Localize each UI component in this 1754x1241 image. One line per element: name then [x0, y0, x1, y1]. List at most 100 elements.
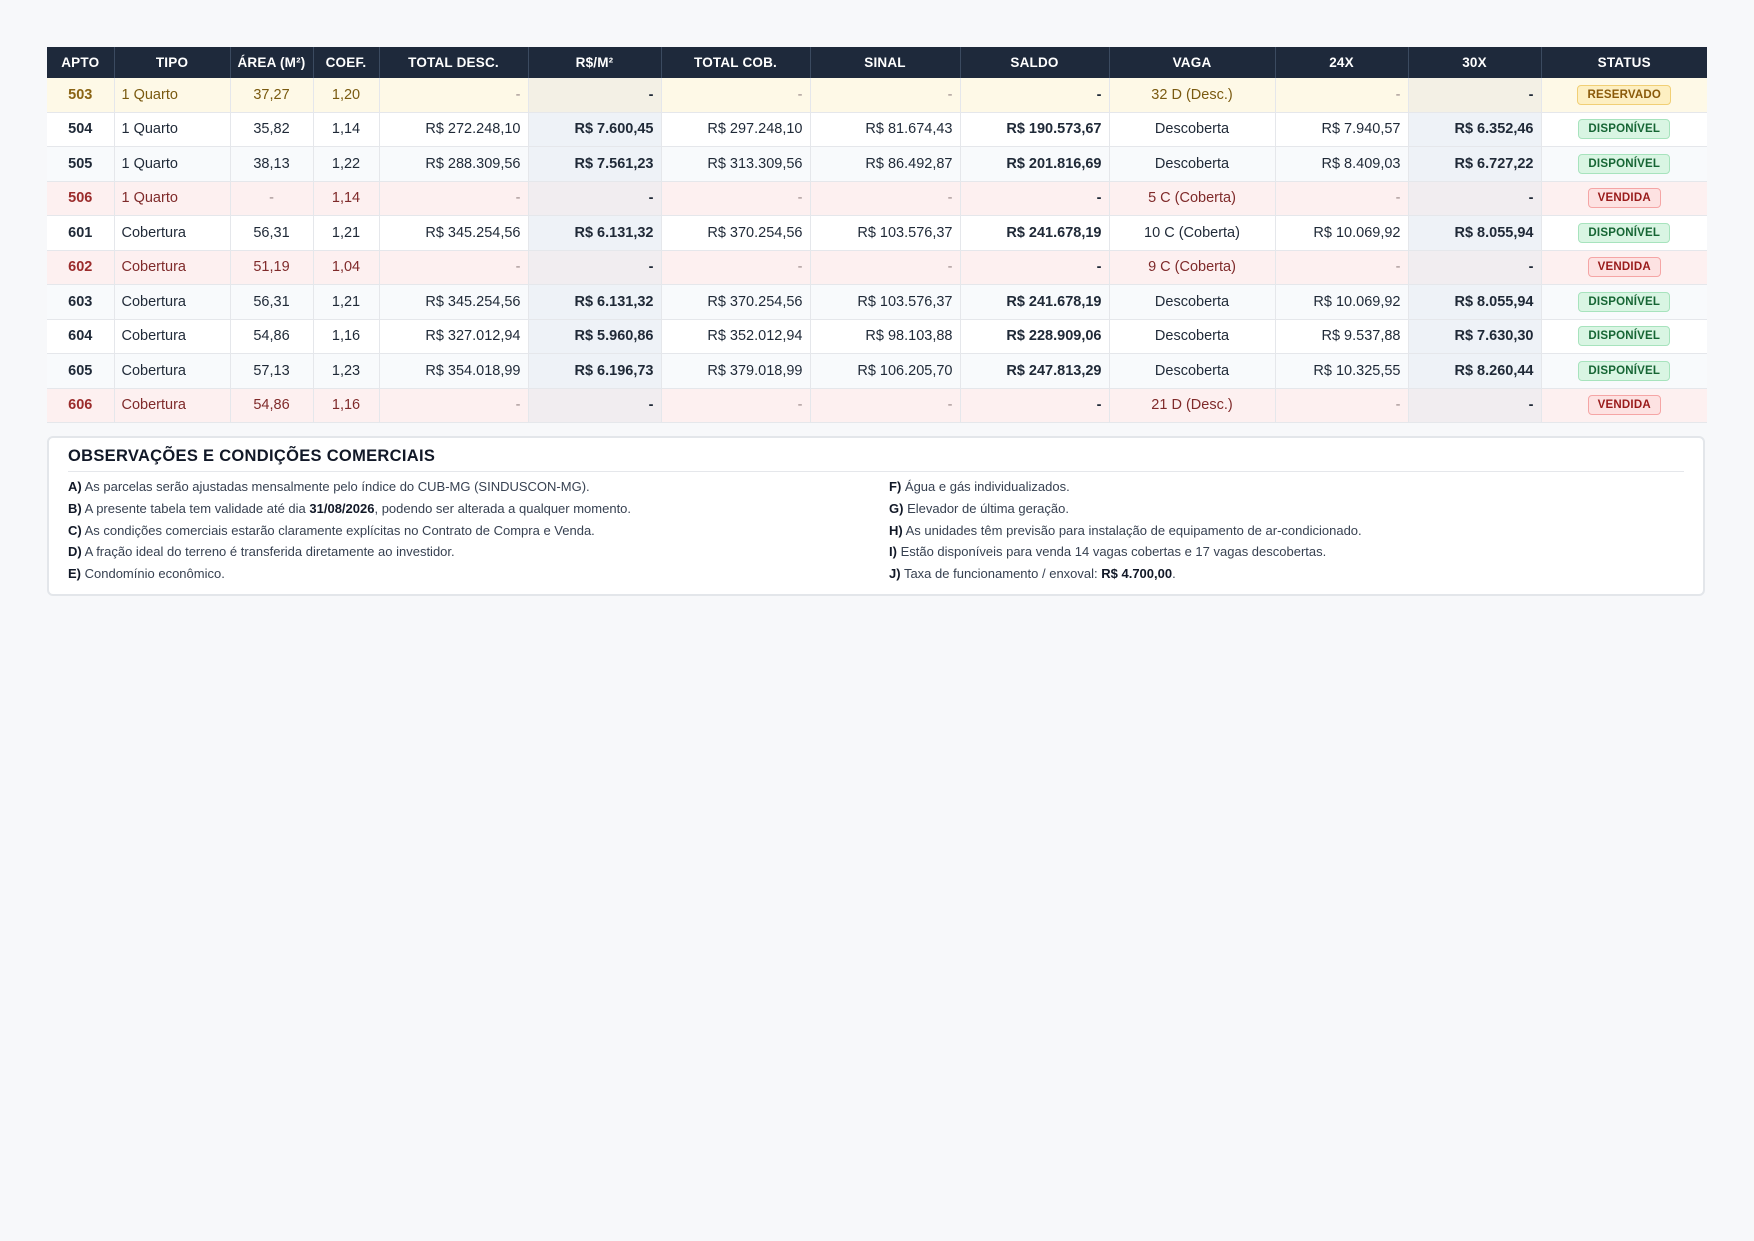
status-badge: VENDIDA — [1587, 395, 1661, 416]
cell-area: 51,19 — [230, 250, 314, 285]
cell-status: DISPONÍVEL — [1541, 112, 1707, 147]
note-item: C) As condições comerciais estarão clara… — [68, 520, 631, 542]
cell-area: 54,86 — [230, 319, 314, 354]
cell-total-cob: - — [661, 250, 811, 285]
table-body: 503 1 Quarto 37,27 1,20- - - - -32 D (Desc.) - - R… — [47, 78, 1707, 423]
cell-total-desc: - — [379, 78, 529, 113]
cell-sinal: R$ 98.103,88 — [810, 319, 961, 354]
cell-status: DISPONÍVEL — [1541, 353, 1707, 389]
cell-apto: 506 — [47, 181, 115, 216]
status-badge: DISPONÍVEL — [1578, 222, 1671, 243]
note-key: A) — [68, 479, 82, 494]
note-item: I) Estão disponíveis para venda 14 vagas… — [889, 541, 1362, 563]
cell-rs-m2: R$ 7.561,23 — [528, 146, 662, 182]
table-row: 601 Cobertura 56,31 1,21 R$ 345.254,56 R$ 6.1… — [47, 215, 1707, 251]
note-item: E) Condomínio econômico. — [68, 563, 631, 585]
note-item: J) Taxa de funcionamento / enxoval: R$ 4… — [889, 563, 1362, 585]
cell-saldo: R$ 190.573,67 — [960, 112, 1110, 147]
status-badge: DISPONÍVEL — [1578, 153, 1671, 174]
cell-vaga: Descoberta — [1109, 112, 1276, 147]
note-highlight: 31/08/2026 — [309, 500, 375, 516]
header-saldo: SALDO — [960, 47, 1110, 78]
notes-right-column: F) Água e gás individualizados. G) Elevad… — [889, 476, 1362, 585]
cell-area: - — [230, 181, 314, 216]
cell-saldo: R$ 241.678,19 — [960, 284, 1110, 320]
note-key: B) — [68, 500, 82, 516]
table-row: 503 1 Quarto 37,27 1,20- - - - -32 D (Desc.) - - R… — [47, 78, 1707, 113]
cell-rs-m2: - — [528, 181, 662, 216]
cell-24x: - — [1275, 388, 1409, 423]
table-row: 602 Cobertura 51,19 1,04- - - - -9 C (Coberta) -… — [47, 250, 1707, 285]
cell-area: 56,31 — [230, 284, 314, 320]
cell-rs-m2: - — [528, 250, 662, 285]
notes-divider — [68, 471, 1684, 472]
cell-total-cob: R$ 370.254,56 — [661, 215, 811, 251]
cell-total-desc: R$ 288.309,56 — [379, 146, 529, 182]
note-key: E) — [68, 566, 81, 582]
cell-30x: R$ 8.055,94 — [1408, 215, 1542, 251]
cell-vaga: Descoberta — [1109, 146, 1276, 182]
note-item: D) A fração ideal do terreno é transferi… — [68, 541, 631, 563]
cell-coef: 1,23 — [313, 353, 380, 389]
notes-left-column: A) As parcelas serão ajustadas mensalmen… — [68, 476, 631, 585]
cell-saldo: R$ 201.816,69 — [960, 146, 1110, 182]
cell-sinal: - — [810, 388, 961, 423]
cell-rs-m2: - — [528, 78, 662, 113]
cell-total-cob: R$ 370.254,56 — [661, 284, 811, 320]
table-row: 504 1 Quarto 35,82 1,14 R$ 272.248,10 R$ 7.60… — [47, 112, 1707, 147]
cell-status: VENDIDA — [1541, 181, 1707, 216]
cell-rs-m2: R$ 6.196,73 — [528, 353, 662, 389]
cell-tipo: Cobertura — [114, 250, 231, 285]
cell-total-cob: - — [661, 78, 811, 113]
cell-coef: 1,22 — [313, 146, 380, 182]
note-key: D) — [68, 544, 82, 560]
cell-30x: R$ 6.727,22 — [1408, 146, 1542, 182]
note-item: G) Elevador de última geração. — [889, 498, 1362, 520]
cell-sinal: R$ 81.674,43 — [810, 112, 961, 147]
cell-rs-m2: R$ 6.131,32 — [528, 215, 662, 251]
note-text: Condomínio econômico. — [84, 566, 225, 582]
cell-tipo: 1 Quarto — [114, 146, 231, 182]
cell-24x: - — [1275, 78, 1409, 113]
cell-30x: R$ 8.260,44 — [1408, 353, 1542, 389]
cell-vaga: 9 C (Coberta) — [1109, 250, 1276, 285]
cell-saldo: R$ 247.813,29 — [960, 353, 1110, 389]
cell-sinal: R$ 106.205,70 — [810, 353, 961, 389]
table-row: 605 Cobertura 57,13 1,23 R$ 354.018,99 R$ 6.1… — [47, 353, 1707, 389]
table-row: 505 1 Quarto 38,13 1,22 R$ 288.309,56 R$ 7.56… — [47, 146, 1707, 182]
table-row: 606 Cobertura 54,86 1,16- - - - -21 D (Desc.) - -… — [47, 388, 1707, 423]
cell-vaga: Descoberta — [1109, 353, 1276, 389]
cell-area: 56,31 — [230, 215, 314, 251]
cell-vaga: 21 D (Desc.) — [1109, 388, 1276, 423]
cell-rs-m2: R$ 5.960,86 — [528, 319, 662, 354]
header-vaga: VAGA — [1109, 47, 1276, 78]
cell-sinal: R$ 103.576,37 — [810, 215, 961, 251]
note-item: H) As unidades têm previsão para instala… — [889, 520, 1362, 542]
price-table-container: APTO TIPO ÁREA (M²) COEF. TOTAL DESC. R$… — [47, 47, 1707, 423]
status-badge: VENDIDA — [1587, 188, 1661, 209]
price-table: APTO TIPO ÁREA (M²) COEF. TOTAL DESC. R$… — [47, 47, 1707, 423]
cell-rs-m2: R$ 7.600,45 — [528, 112, 662, 147]
table-header-row: APTO TIPO ÁREA (M²) COEF. TOTAL DESC. R$… — [47, 47, 1707, 78]
note-highlight: R$ 4.700,00 — [1101, 566, 1173, 582]
cell-total-cob: - — [661, 388, 811, 423]
note-key: G) — [889, 500, 904, 516]
status-badge: DISPONÍVEL — [1578, 291, 1671, 312]
cell-30x: - — [1408, 388, 1542, 423]
status-badge: DISPONÍVEL — [1578, 326, 1671, 347]
header-apto: APTO — [47, 47, 115, 78]
cell-24x: R$ 10.325,55 — [1275, 353, 1409, 389]
cell-status: RESERVADO — [1541, 78, 1707, 113]
cell-30x: R$ 7.630,30 — [1408, 319, 1542, 354]
status-badge: VENDIDA — [1587, 257, 1661, 278]
cell-vaga: 5 C (Coberta) — [1109, 181, 1276, 216]
cell-24x: R$ 8.409,03 — [1275, 146, 1409, 182]
cell-vaga: 32 D (Desc.) — [1109, 78, 1276, 113]
cell-area: 54,86 — [230, 388, 314, 423]
header-tipo: TIPO — [114, 47, 231, 78]
status-badge: RESERVADO — [1577, 84, 1672, 105]
cell-sinal: R$ 86.492,87 — [810, 146, 961, 182]
cell-status: DISPONÍVEL — [1541, 215, 1707, 251]
cell-apto: 605 — [47, 353, 115, 389]
notes-panel: OBSERVAÇÕES E CONDIÇÕES COMERCIAIS A) As… — [47, 436, 1705, 596]
